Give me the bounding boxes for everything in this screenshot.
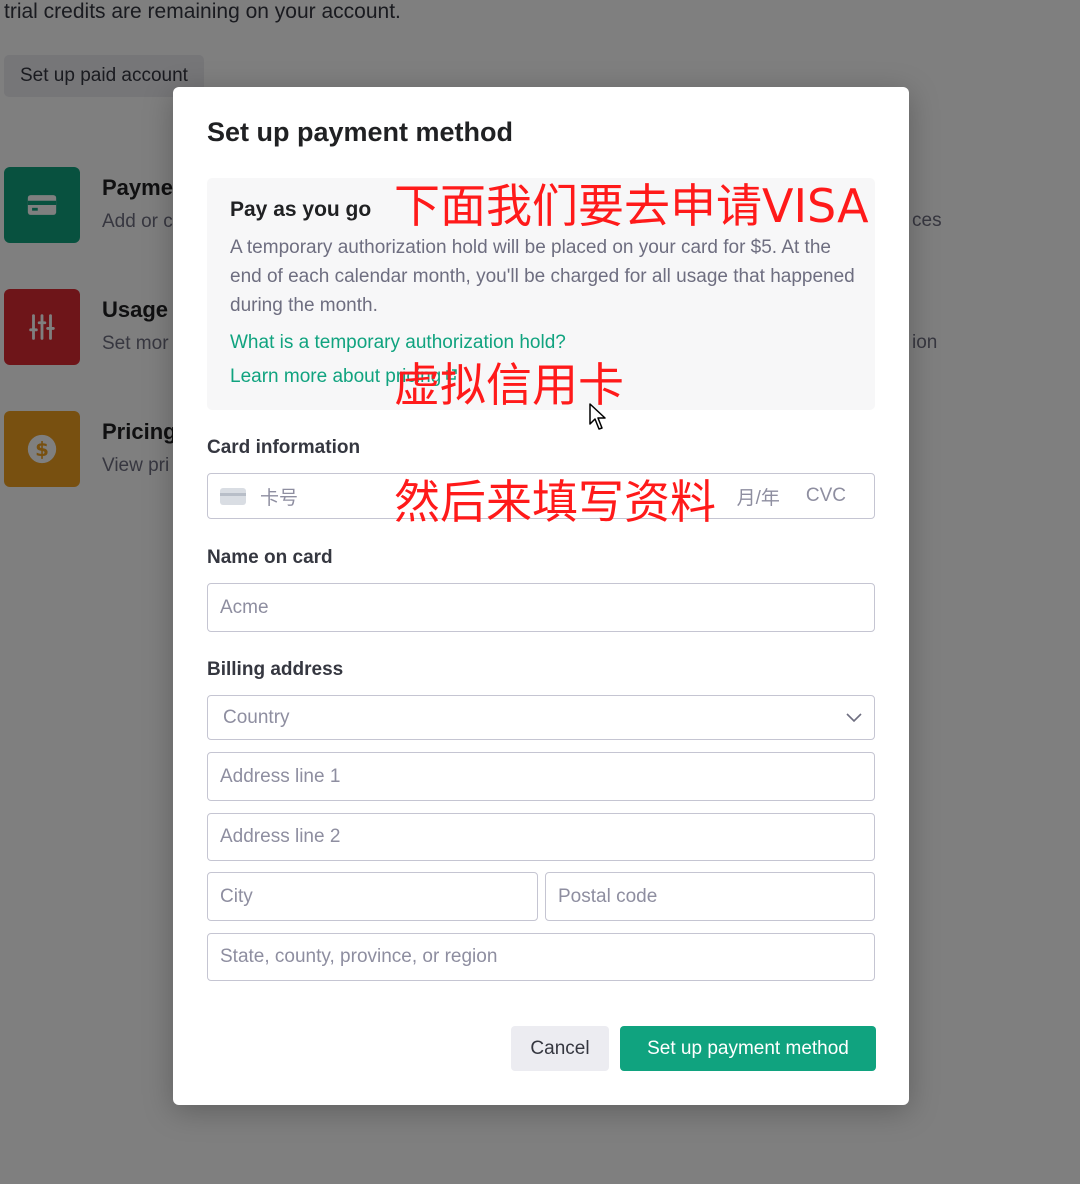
chevron-down-icon	[846, 712, 862, 722]
cancel-button[interactable]: Cancel	[511, 1026, 609, 1071]
address-line-1-input[interactable]: Address line 1	[207, 752, 875, 801]
mouse-cursor-icon	[589, 403, 606, 430]
city-input[interactable]: City	[207, 872, 538, 921]
annotation-apply-visa: 下面我们要去申请VISA	[394, 179, 869, 233]
country-select-value: Country	[223, 706, 290, 728]
payment-method-dialog: Set up payment method Pay as you go A te…	[173, 87, 909, 1105]
country-select[interactable]: Country	[207, 695, 875, 740]
postal-code-input[interactable]: Postal code	[545, 872, 875, 921]
state-region-input[interactable]: State, county, province, or region	[207, 933, 875, 981]
info-title: Pay as you go	[230, 198, 372, 221]
card-cvc-input[interactable]: CVC	[806, 485, 846, 507]
annotation-fill-info: 然后来填写资料	[394, 475, 716, 529]
set-up-payment-method-button[interactable]: Set up payment method	[620, 1026, 876, 1071]
card-expiry-input[interactable]: 月/年	[737, 483, 780, 510]
address-line-2-input[interactable]: Address line 2	[207, 813, 875, 861]
name-on-card-input[interactable]: Acme	[207, 583, 875, 632]
dialog-title: Set up payment method	[207, 117, 514, 147]
info-description: A temporary authorization hold will be p…	[230, 237, 855, 316]
card-information-label: Card information	[207, 437, 361, 458]
billing-address-label: Billing address	[207, 659, 344, 680]
card-brand-icon	[220, 487, 246, 505]
name-on-card-label: Name on card	[207, 547, 333, 568]
